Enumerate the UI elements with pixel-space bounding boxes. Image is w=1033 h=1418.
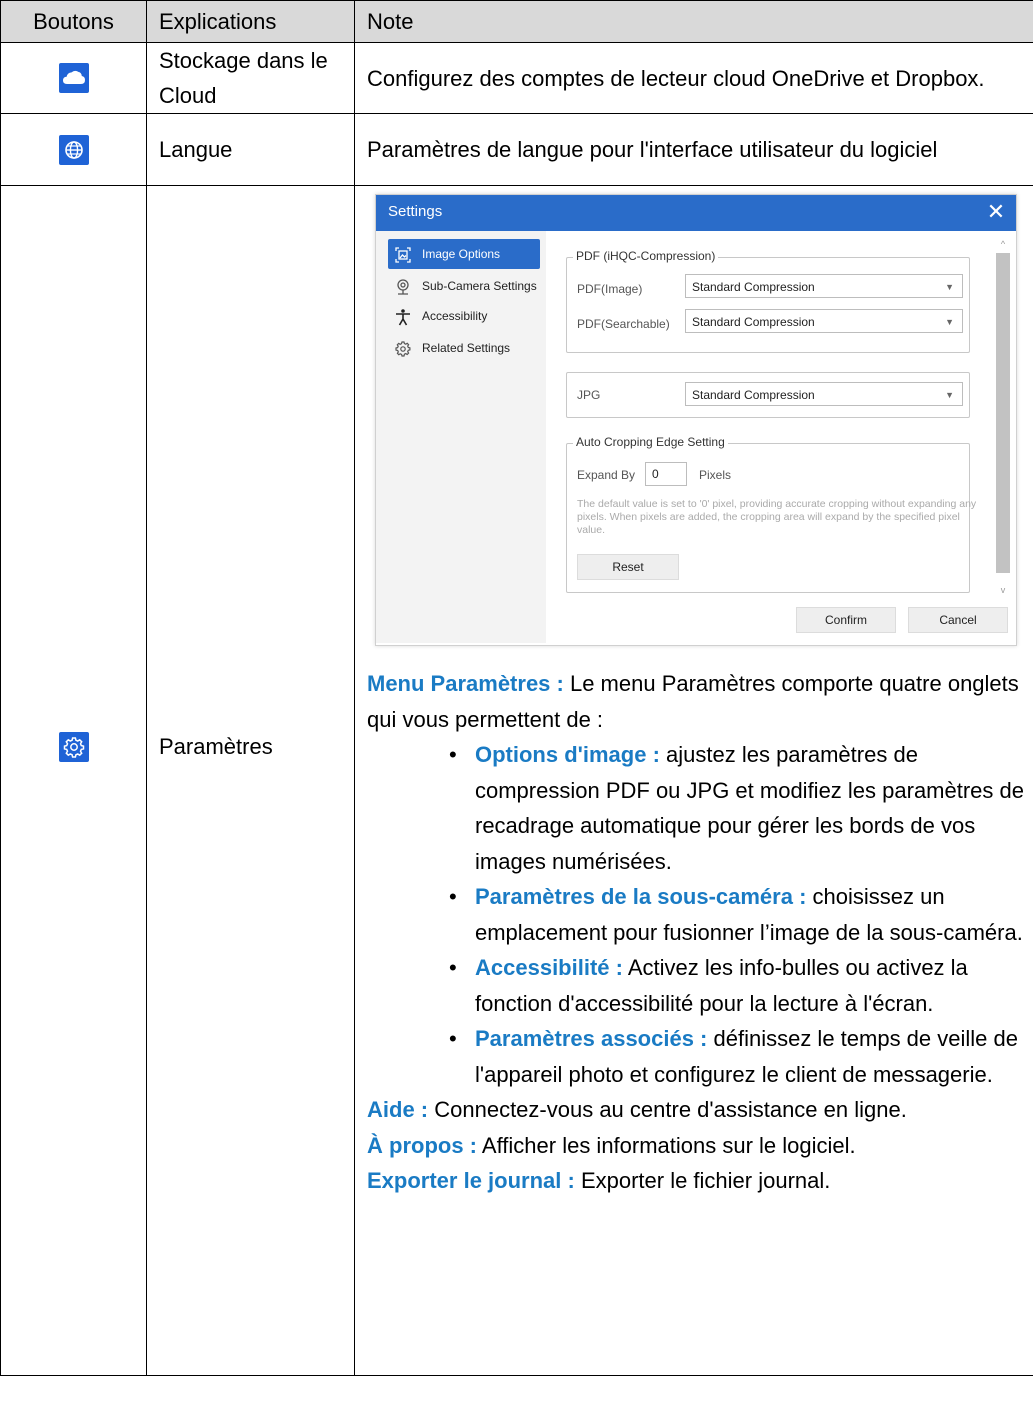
nav-image-options[interactable]: Image Options bbox=[388, 239, 540, 269]
chevron-down-icon: ▼ bbox=[945, 282, 954, 292]
scrollbar[interactable]: ^ v bbox=[996, 237, 1010, 597]
header-explications: Explications bbox=[146, 0, 355, 43]
image-options-icon bbox=[394, 245, 412, 263]
cancel-button[interactable]: Cancel bbox=[908, 607, 1008, 633]
pdf-compression-group: PDF (iHQC-Compression) PDF(Image) Standa… bbox=[566, 249, 970, 353]
globe-icon[interactable] bbox=[58, 134, 89, 165]
confirm-button[interactable]: Confirm bbox=[796, 607, 896, 633]
auto-cropping-group: Auto Cropping Edge Setting Expand By 0 P… bbox=[566, 435, 976, 593]
jpg-compression-group: JPG Standard Compression ▼ bbox=[566, 372, 970, 418]
about-line: À propos : Afficher les informations sur… bbox=[367, 1132, 856, 1158]
list-item: • Options d'image : ajustez les paramètre… bbox=[449, 742, 1025, 874]
list-item: • Paramètres associés : définissez le tem… bbox=[449, 1026, 1018, 1087]
settings-panel: PDF (iHQC-Compression) PDF(Image) Standa… bbox=[546, 231, 1016, 643]
settings-dialog: Settings ✕ Image Options Sub-Camera Sett… bbox=[375, 194, 1017, 646]
pdf-group-title: PDF (iHQC-Compression) bbox=[573, 249, 719, 263]
settings-menu-paragraph: Menu Paramètres : Le menu Paramètres com… bbox=[367, 666, 1027, 737]
table-row-cloud: Stockage dans le Cloud Configurez des co… bbox=[0, 42, 1033, 114]
scrollbar-thumb[interactable] bbox=[996, 253, 1010, 573]
explication-cloud: Stockage dans le Cloud bbox=[146, 42, 355, 114]
pdf-image-select[interactable]: Standard Compression ▼ bbox=[685, 274, 963, 298]
expand-by-input[interactable]: 0 bbox=[645, 462, 687, 486]
pixels-unit-label: Pixels bbox=[699, 468, 732, 482]
table-row-parametres: Paramètres Settings ✕ Image Options Sub-… bbox=[0, 151, 1033, 1376]
menu-title: Menu Paramètres : bbox=[367, 671, 564, 696]
explication-parametres: Paramètres bbox=[146, 151, 355, 1342]
gear-icon[interactable] bbox=[58, 731, 89, 762]
scroll-down-icon[interactable]: v bbox=[996, 583, 1010, 597]
scroll-up-icon[interactable]: ^ bbox=[996, 237, 1010, 251]
jpg-select[interactable]: Standard Compression ▼ bbox=[685, 382, 963, 406]
list-item: • Accessibilité : Activez les info-bulles… bbox=[449, 955, 968, 1016]
list-item: • Paramètres de la sous-caméra : choisiss… bbox=[449, 884, 1023, 945]
chevron-down-icon: ▼ bbox=[945, 390, 954, 400]
webcam-icon bbox=[394, 277, 412, 295]
jpg-label: JPG bbox=[577, 388, 601, 402]
close-icon[interactable]: ✕ bbox=[982, 195, 1010, 229]
gear-icon bbox=[394, 339, 412, 357]
note-cloud: Configurez des comptes de lecteur cloud … bbox=[354, 42, 1033, 114]
nav-accessibility[interactable]: Accessibility bbox=[388, 301, 540, 331]
dialog-title: Settings bbox=[388, 203, 443, 220]
settings-tabs-list: • Options d'image : ajustez les paramètre… bbox=[367, 737, 1027, 1092]
pdf-image-label: PDF(Image) bbox=[577, 282, 643, 296]
settings-nav: Image Options Sub-Camera Settings Access… bbox=[376, 231, 546, 643]
accessibility-icon bbox=[394, 307, 412, 326]
nav-sub-camera-settings[interactable]: Sub-Camera Settings bbox=[388, 271, 540, 301]
header-note: Note bbox=[354, 0, 1033, 43]
crop-hint-text: The default value is set to '0' pixel, p… bbox=[577, 498, 977, 536]
help-line: Aide : Connectez-vous au centre d'assist… bbox=[367, 1097, 907, 1122]
chevron-down-icon: ▼ bbox=[945, 317, 954, 327]
crop-group-title: Auto Cropping Edge Setting bbox=[573, 435, 728, 449]
cloud-icon[interactable] bbox=[58, 63, 89, 93]
pdf-searchable-select[interactable]: Standard Compression ▼ bbox=[685, 309, 963, 333]
pdf-searchable-label: PDF(Searchable) bbox=[577, 317, 670, 331]
reset-button[interactable]: Reset bbox=[577, 554, 679, 580]
note-langue: Paramètres de langue pour l'interface ut… bbox=[354, 113, 1033, 186]
table-header-row: Boutons Explications Note bbox=[0, 0, 1033, 43]
export-log-line: Exporter le journal : Exporter le fichie… bbox=[367, 1168, 831, 1193]
nav-related-settings[interactable]: Related Settings bbox=[388, 333, 540, 363]
header-boutons: Boutons bbox=[0, 0, 147, 43]
expand-by-label: Expand By bbox=[577, 468, 636, 482]
buttons-table: Boutons Explications Note Stockage dans … bbox=[0, 0, 1033, 1376]
